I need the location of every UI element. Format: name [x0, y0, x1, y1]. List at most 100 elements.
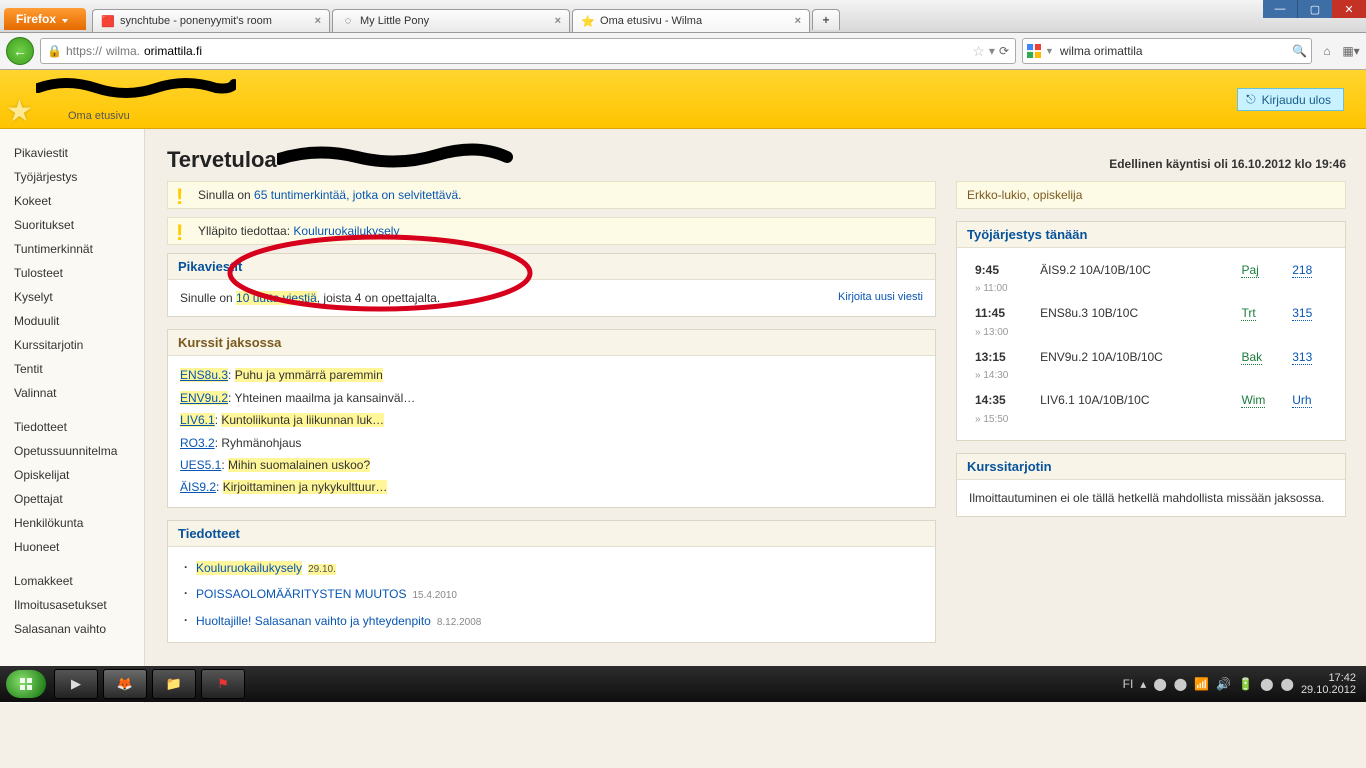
news-link[interactable]: POISSAOLOMÄÄRITYSTEN MUUTOS [196, 587, 406, 601]
sidebar-item[interactable]: Pikaviestit [14, 141, 144, 165]
schedule-end: » 11:00 [975, 280, 1030, 297]
browser-titlebar: Firefox 🟥 synchtube - ponenyymit's room … [0, 0, 1366, 33]
sidebar-item[interactable]: Suoritukset [14, 213, 144, 237]
sidebar-item[interactable]: Moduulit [14, 309, 144, 333]
news-date: 8.12.2008 [437, 617, 482, 628]
sidebar-item[interactable]: Tuntimerkinnät [14, 237, 144, 261]
news-link[interactable]: Huoltajille! Salasanan vaihto ja yhteyde… [196, 614, 431, 628]
pika-link[interactable]: 10 uutta viestiä [236, 291, 317, 305]
home-icon[interactable]: ⌂ [1318, 42, 1336, 60]
schedule-row: 9:45» 11:00ÄIS9.2 10A/10B/10CPaj218 [971, 258, 1331, 299]
new-message-link[interactable]: Kirjoita uusi viesti [838, 288, 923, 307]
schedule-room-link[interactable]: 313 [1292, 350, 1312, 365]
schedule-course: ENS8u.3 10B/10C [1036, 301, 1235, 342]
language-indicator[interactable]: FI [1123, 677, 1134, 691]
sidebar-item[interactable]: Tulosteet [14, 261, 144, 285]
start-button[interactable] [6, 670, 46, 698]
taskbar-app-media[interactable]: ▶ [54, 669, 98, 699]
sidebar-item[interactable]: Kurssitarjotin [14, 333, 144, 357]
logout-button[interactable]: Kirjaudu ulos [1237, 88, 1344, 111]
tray-icon[interactable]: ⬤ [1281, 677, 1294, 691]
schedule-teacher-link[interactable]: Bak [1241, 350, 1262, 365]
window-maximize-button[interactable]: ▢ [1297, 0, 1332, 18]
dropdown-icon[interactable]: ▾ [989, 44, 995, 58]
school-role-info: Erkko-lukio, opiskelija [956, 181, 1346, 209]
search-icon[interactable]: 🔍 [1292, 44, 1307, 58]
alert-announcement: ! Ylläpito tiedottaa: Kouluruokailukysel… [167, 217, 936, 245]
new-tab-button[interactable]: + [812, 9, 840, 30]
schedule-room-link[interactable]: 315 [1292, 306, 1312, 321]
bookmark-star-icon[interactable]: ☆ [972, 43, 985, 60]
window-close-button[interactable]: ✕ [1332, 0, 1366, 18]
schedule-row: 13:15» 14:30ENV9u.2 10A/10B/10CBak313 [971, 345, 1331, 386]
sidebar-item[interactable]: Salasanan vaihto [14, 617, 144, 641]
schedule-teacher-link[interactable]: Paj [1241, 263, 1258, 278]
alert-link[interactable]: 65 tuntimerkintää, jotka on selvitettävä [254, 188, 458, 202]
alert-link[interactable]: Kouluruokailukysely [293, 224, 399, 238]
news-item: Huoltajille! Salasanan vaihto ja yhteyde… [180, 608, 923, 634]
tray-network-icon[interactable]: 📶 [1194, 677, 1209, 691]
tab-synchtube[interactable]: 🟥 synchtube - ponenyymit's room × [92, 9, 330, 32]
sidebar-item[interactable]: Huoneet [14, 535, 144, 559]
tab-mlp[interactable]: ◌ My Little Pony × [332, 9, 570, 32]
schedule-teacher-link[interactable]: Trt [1241, 306, 1255, 321]
sidebar-item[interactable]: Lomakkeet [14, 569, 144, 593]
tray-icon[interactable]: ⬤ [1153, 677, 1166, 691]
back-button[interactable]: ← [6, 37, 34, 65]
course-code-link[interactable]: ENS8u.3 [180, 368, 228, 382]
sidebar-item[interactable]: Opiskelijat [14, 463, 144, 487]
schedule-table: 9:45» 11:00ÄIS9.2 10A/10B/10CPaj21811:45… [969, 256, 1333, 432]
course-code-link[interactable]: ENV9u.2 [180, 391, 228, 405]
sidebar-item[interactable]: Kokeet [14, 189, 144, 213]
tray-volume-icon[interactable]: 🔊 [1216, 677, 1231, 691]
url-bar[interactable]: 🔒 https://wilma.orimattila.fi ☆ ▾ ⟳ [40, 38, 1016, 64]
tray-icon[interactable]: ⬤ [1260, 677, 1273, 691]
extensions-icon[interactable]: ▦▾ [1342, 42, 1360, 60]
pika-text: Sinulle on [180, 291, 236, 305]
reload-icon[interactable]: ⟳ [999, 44, 1009, 58]
tray-battery-icon[interactable]: 🔋 [1238, 677, 1253, 691]
sidebar-item[interactable]: Ilmoitusasetukset [14, 593, 144, 617]
sidebar-item[interactable]: Tiedotteet [14, 415, 144, 439]
taskbar-app-firefox[interactable]: 🦊 [103, 669, 147, 699]
search-bar[interactable]: ▼ 🔍 [1022, 38, 1312, 64]
close-icon[interactable]: × [555, 15, 561, 27]
firefox-menu-button[interactable]: Firefox [4, 8, 86, 30]
tab-title: My Little Pony [360, 15, 429, 27]
tab-wilma[interactable]: ⭐ Oma etusivu - Wilma × [572, 9, 810, 32]
taskbar-app-explorer[interactable]: 📁 [152, 669, 196, 699]
sidebar-item[interactable]: Tentit [14, 357, 144, 381]
close-icon[interactable]: × [795, 15, 801, 27]
news-link[interactable]: Kouluruokailukysely [196, 561, 302, 575]
logo-star-icon: ★ [6, 94, 33, 129]
navigation-toolbar: ← 🔒 https://wilma.orimattila.fi ☆ ▾ ⟳ ▼ … [0, 33, 1366, 70]
url-scheme: https:// [66, 44, 102, 58]
sidebar-item[interactable]: Opetussuunnitelma [14, 439, 144, 463]
course-code-link[interactable]: ÄIS9.2 [180, 480, 216, 494]
schedule-room-link[interactable]: Urh [1292, 393, 1311, 408]
sidebar-item[interactable]: Valinnat [14, 381, 144, 405]
course-code-link[interactable]: LIV6.1 [180, 413, 215, 427]
schedule-course: ENV9u.2 10A/10B/10C [1036, 345, 1235, 386]
lock-icon: 🔒 [47, 44, 62, 58]
box-heading: Tiedotteet [168, 521, 935, 547]
tray-chevron-icon[interactable]: ▴ [1140, 677, 1146, 691]
taskbar-clock[interactable]: 17:42 29.10.2012 [1301, 672, 1356, 696]
taskbar-app-game[interactable]: ⚑ [201, 669, 245, 699]
course-row: UES5.1: Mihin suomalainen uskoo? [180, 454, 923, 476]
sidebar-item[interactable]: Opettajat [14, 487, 144, 511]
schedule-room-link[interactable]: 218 [1292, 263, 1312, 278]
system-tray: FI ▴ ⬤ ⬤ 📶 🔊 🔋 ⬤ ⬤ 17:42 29.10.2012 [1123, 672, 1360, 696]
sidebar-item[interactable]: Henkilökunta [14, 511, 144, 535]
tray-icon[interactable]: ⬤ [1174, 677, 1187, 691]
schedule-teacher-link[interactable]: Wim [1241, 393, 1265, 408]
course-code-link[interactable]: RO3.2 [180, 436, 215, 450]
course-row: ENV9u.2: Yhteinen maailma ja kansainväl… [180, 387, 923, 409]
window-minimize-button[interactable]: — [1263, 0, 1297, 18]
search-input[interactable] [1058, 43, 1288, 59]
dropdown-icon[interactable]: ▼ [1045, 46, 1054, 56]
close-icon[interactable]: × [315, 15, 321, 27]
course-code-link[interactable]: UES5.1 [180, 458, 221, 472]
sidebar-item[interactable]: Työjärjestys [14, 165, 144, 189]
sidebar-item[interactable]: Kyselyt [14, 285, 144, 309]
